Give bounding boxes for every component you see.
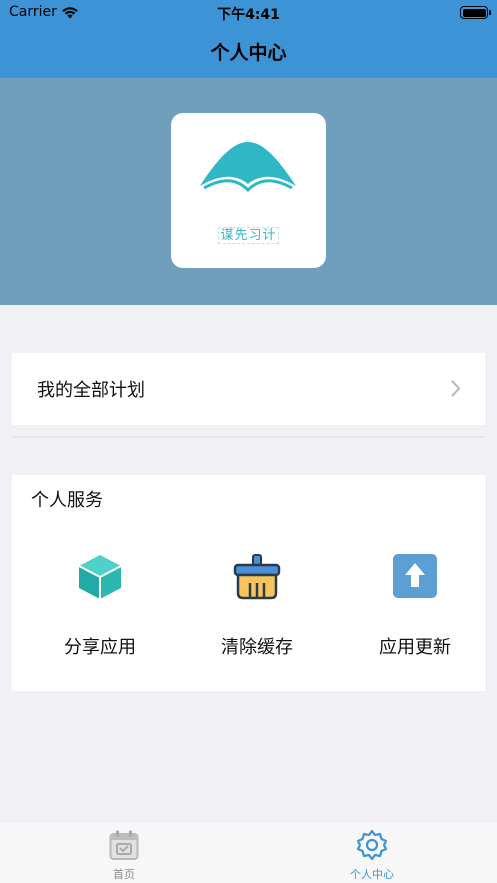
tab-home[interactable]: 首页 bbox=[64, 829, 184, 882]
cube-icon bbox=[78, 555, 122, 599]
share-app-label: 分享应用 bbox=[64, 637, 136, 658]
calendar-icon bbox=[109, 830, 139, 860]
share-app-button[interactable]: 分享应用 bbox=[21, 553, 179, 659]
battery-icon bbox=[460, 6, 491, 19]
navigation-bar: 个人中心 bbox=[0, 26, 497, 78]
upload-arrow-icon bbox=[393, 554, 437, 598]
clear-cache-label: 清除缓存 bbox=[221, 637, 293, 658]
divider bbox=[12, 436, 485, 438]
profile-header: 谋先习计 bbox=[0, 78, 497, 305]
all-plans-label: 我的全部计划 bbox=[37, 380, 145, 401]
tab-bar: 首页 个人中心 bbox=[0, 823, 497, 883]
status-bar: Carrier 下午4:41 bbox=[0, 0, 497, 26]
gear-icon bbox=[356, 829, 388, 861]
book-logo-icon bbox=[200, 142, 296, 193]
app-update-button[interactable]: 应用更新 bbox=[336, 553, 494, 659]
clear-cache-button[interactable]: 清除缓存 bbox=[178, 553, 336, 659]
app-logo: 谋先习计 bbox=[171, 113, 326, 268]
tab-home-label: 首页 bbox=[113, 868, 135, 881]
tab-profile[interactable]: 个人中心 bbox=[312, 829, 432, 882]
page-title: 个人中心 bbox=[210, 42, 287, 64]
chevron-right-icon bbox=[451, 380, 460, 397]
tab-profile-label: 个人中心 bbox=[350, 868, 394, 881]
status-time: 下午4:41 bbox=[217, 7, 280, 23]
logo-text: 谋先习计 bbox=[218, 227, 279, 244]
all-plans-row[interactable]: 我的全部计划 bbox=[12, 353, 485, 425]
broom-icon bbox=[233, 554, 281, 600]
personal-services-card: 个人服务 分享应用 清除缓存 应用更新 bbox=[12, 475, 485, 691]
app-update-label: 应用更新 bbox=[379, 637, 451, 658]
services-title: 个人服务 bbox=[31, 490, 103, 511]
